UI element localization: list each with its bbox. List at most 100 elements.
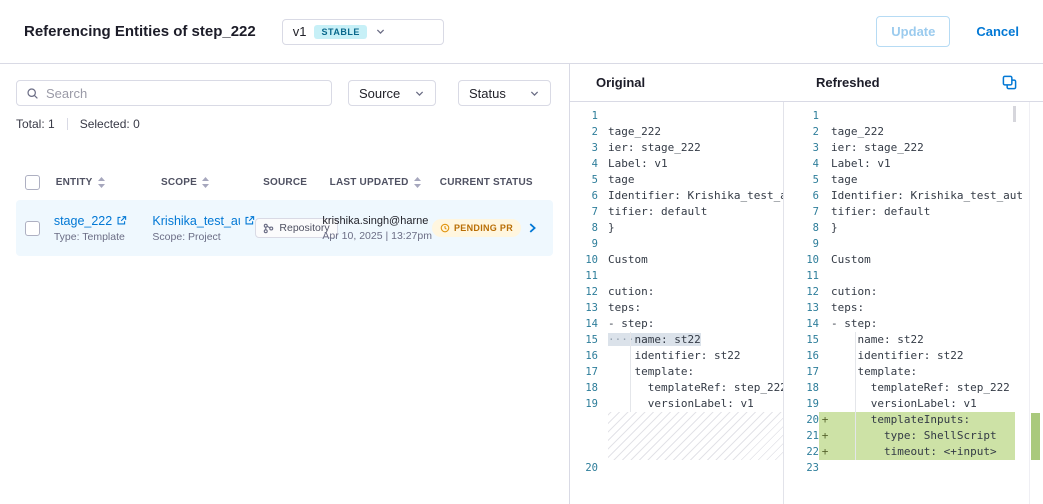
stable-badge: STABLE — [314, 25, 366, 39]
code-line: 16 identifier: st22 — [791, 348, 1015, 364]
code-line: 12cution: — [791, 284, 1015, 300]
code-line: 2tage_222 — [570, 124, 783, 140]
page-header: Referencing Entities of step_222 v1 STAB… — [0, 0, 1043, 64]
diff-sash[interactable] — [784, 102, 791, 504]
chevron-down-icon — [414, 88, 425, 99]
code-line: 10Custom — [791, 252, 1015, 268]
update-button[interactable]: Update — [876, 16, 950, 47]
source-filter-label: Source — [359, 86, 400, 101]
chevron-right-icon[interactable] — [525, 221, 539, 235]
sort-icon[interactable] — [414, 177, 421, 188]
column-header-last-updated[interactable]: LAST UPDATED — [330, 177, 409, 188]
original-code-editor[interactable]: 12tage_2223ier: stage_2224Label: v15tage… — [570, 102, 784, 504]
diff-header: Original Refreshed — [570, 64, 1043, 102]
code-line: 6Identifier: Krishika_test_aut — [570, 188, 783, 204]
scope-sub: Scope: Project — [152, 231, 255, 243]
pending-clock-icon — [440, 223, 450, 233]
select-all-checkbox[interactable] — [25, 175, 40, 190]
code-line: 22+ timeout: <+input> — [791, 444, 1015, 460]
divider — [67, 118, 68, 130]
scrollbar-thumb[interactable] — [1013, 106, 1016, 122]
source-filter-dropdown[interactable]: Source — [348, 80, 436, 106]
code-line: 10Custom — [570, 252, 783, 268]
code-line: 11 — [791, 268, 1015, 284]
sort-icon[interactable] — [202, 177, 209, 188]
code-line: 13teps: — [570, 300, 783, 316]
row-checkbox[interactable] — [25, 221, 40, 236]
column-header-source: SOURCE — [263, 177, 307, 188]
total-count: Total: 1 — [16, 117, 55, 131]
code-line: 18 templateRef: step_222 — [570, 380, 783, 396]
search-box[interactable] — [16, 80, 332, 106]
code-line: 14- step: — [791, 316, 1015, 332]
code-line: 18 templateRef: step_222 — [791, 380, 1015, 396]
code-line: 15 name: st22 — [791, 332, 1015, 348]
code-line: 23 — [791, 460, 1015, 476]
code-line: 5tage — [570, 172, 783, 188]
code-line: 20 — [570, 460, 783, 476]
code-line: 4Label: v1 — [570, 156, 783, 172]
code-line: 16 identifier: st22 — [570, 348, 783, 364]
code-line: 11 — [570, 268, 783, 284]
code-line: 5tage — [791, 172, 1015, 188]
code-line: 7tifier: default — [791, 204, 1015, 220]
referencing-entities-page: Referencing Entities of step_222 v1 STAB… — [0, 0, 1043, 504]
diff-overview-ruler[interactable] — [1029, 102, 1043, 504]
code-line: 8} — [791, 220, 1015, 236]
scope-link[interactable]: Krishika_test_au... — [152, 214, 255, 228]
code-line: 19 versionLabel: v1 — [570, 396, 783, 412]
code-line: 12cution: — [570, 284, 783, 300]
code-line: 1 — [570, 108, 783, 124]
search-input[interactable] — [46, 86, 322, 101]
version-dropdown[interactable]: v1 STABLE — [282, 19, 444, 45]
column-header-scope[interactable]: SCOPE — [161, 177, 197, 188]
code-line: 17 template: — [570, 364, 783, 380]
code-line: 6Identifier: Krishika_test_aut — [791, 188, 1015, 204]
diff-body: 12tage_2223ier: stage_2224Label: v15tage… — [570, 102, 1043, 504]
entity-link[interactable]: stage_222 — [54, 214, 127, 228]
code-line: 4Label: v1 — [791, 156, 1015, 172]
table-header: ENTITY SCOPE SOURCE LAST UPDATED CURRENT… — [16, 175, 553, 190]
status-badge: PENDING PR — [432, 219, 521, 237]
column-header-entity[interactable]: ENTITY — [56, 177, 93, 188]
external-link-icon — [116, 215, 127, 226]
code-line: 13teps: — [791, 300, 1015, 316]
counts-bar: Total: 1 Selected: 0 — [16, 117, 553, 131]
external-link-icon — [244, 215, 255, 226]
code-line: 3ier: stage_222 — [791, 140, 1015, 156]
chevron-down-icon — [375, 26, 386, 37]
updated-at: Apr 10, 2025 | 13:27pm — [322, 230, 432, 242]
status-filter-label: Status — [469, 86, 506, 101]
refreshed-code-editor[interactable]: 12tage_2223ier: stage_2224Label: v15tage… — [791, 102, 1029, 504]
indent-guide — [855, 332, 856, 460]
code-line: 17 template: — [791, 364, 1015, 380]
entities-panel: Source Status Total: 1 Selected: 0 — [0, 64, 570, 504]
table-row[interactable]: stage_222 Type: Template Krishika_test_a… — [16, 200, 553, 256]
code-line: 9 — [570, 236, 783, 252]
code-line: 14- step: — [570, 316, 783, 332]
code-line: 19 versionLabel: v1 — [791, 396, 1015, 412]
column-header-current-status: CURRENT STATUS — [440, 177, 533, 188]
code-line: 20+ templateInputs: — [791, 412, 1015, 428]
diff-panel: Original Refreshed 12tage_2223ier: stage… — [570, 64, 1043, 504]
search-icon — [26, 87, 39, 100]
selected-count: Selected: 0 — [80, 117, 140, 131]
cancel-button[interactable]: Cancel — [976, 24, 1019, 39]
code-line: 2tage_222 — [791, 124, 1015, 140]
copy-icon[interactable] — [1002, 75, 1017, 90]
code-line: 15····name: st22 — [570, 332, 783, 348]
chevron-down-icon — [529, 88, 540, 99]
refreshed-panel-title: Refreshed — [791, 75, 880, 90]
version-label: v1 — [293, 24, 307, 39]
code-line: 21+ type: ShellScript — [791, 428, 1015, 444]
status-filter-dropdown[interactable]: Status — [458, 80, 551, 106]
code-line: 1 — [791, 108, 1015, 124]
code-line: 8} — [570, 220, 783, 236]
entity-type: Type: Template — [54, 231, 127, 243]
page-title: Referencing Entities of step_222 — [24, 23, 256, 40]
code-line: 7tifier: default — [570, 204, 783, 220]
indent-guide — [630, 332, 631, 412]
sort-icon[interactable] — [98, 177, 105, 188]
code-line: 9 — [791, 236, 1015, 252]
added-lines-marker — [1031, 413, 1040, 460]
